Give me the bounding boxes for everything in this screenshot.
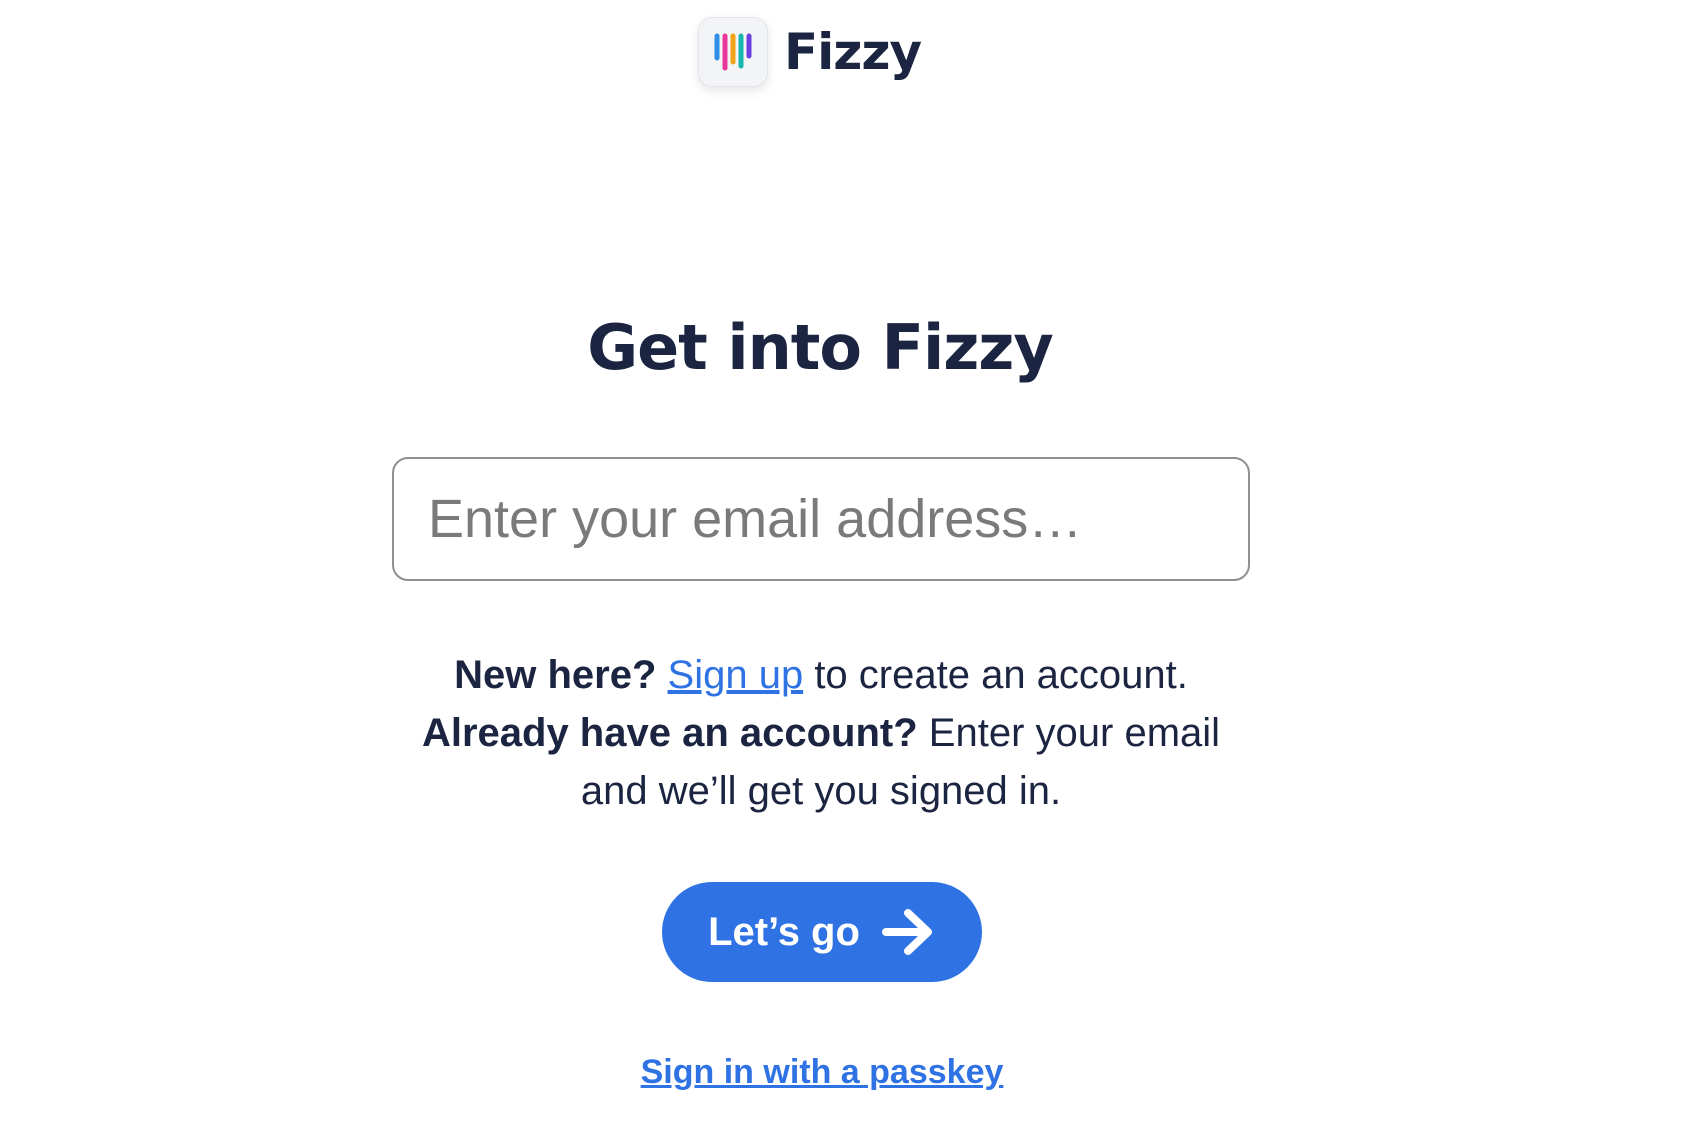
sign-in-page: Fizzy Get into Fizzy New here? Sign up t… [0,0,1688,1126]
email-field-container [392,457,1250,581]
brand-header: Fizzy [698,16,922,88]
page-title: Get into Fizzy [587,311,1054,384]
already-have-account-label: Already have an account? [421,711,918,755]
passkey-signin-link[interactable]: Sign in with a passkey [641,1053,1004,1091]
new-here-label: New here? [454,653,657,697]
passkey-link-container: Sign in with a passkey [0,1050,1644,1094]
fizzy-logo-icon [698,17,768,87]
lets-go-button[interactable]: Let’s go [662,882,982,982]
sign-up-link[interactable]: Sign up [668,653,804,697]
create-account-text: to create an account. [803,653,1188,697]
brand-name: Fizzy [784,23,922,81]
fizzy-logo-graphic [714,33,752,71]
email-input[interactable] [392,457,1250,581]
lets-go-label: Let’s go [708,909,860,954]
arrow-right-icon [881,909,932,955]
help-text: New here? Sign up to create an account. … [392,646,1250,820]
